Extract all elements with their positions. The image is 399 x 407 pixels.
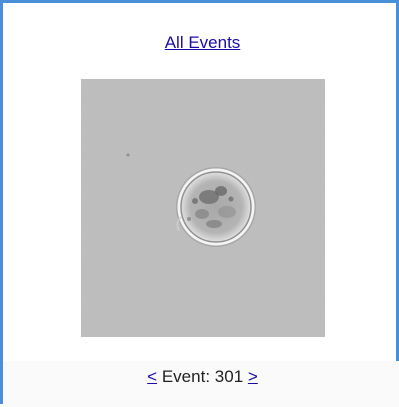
all-events-link[interactable]: All Events [3,33,399,53]
event-number: 301 [214,367,244,386]
event-navigation: < Event: 301 > [3,367,399,387]
cell-image [81,79,325,337]
previous-event-link[interactable]: < [147,367,157,386]
event-viewer-frame: All Events < Event: 301 > [0,0,399,407]
cell-micrograph [81,79,325,337]
event-label: Event: [161,367,211,386]
next-event-link[interactable]: > [248,367,258,386]
